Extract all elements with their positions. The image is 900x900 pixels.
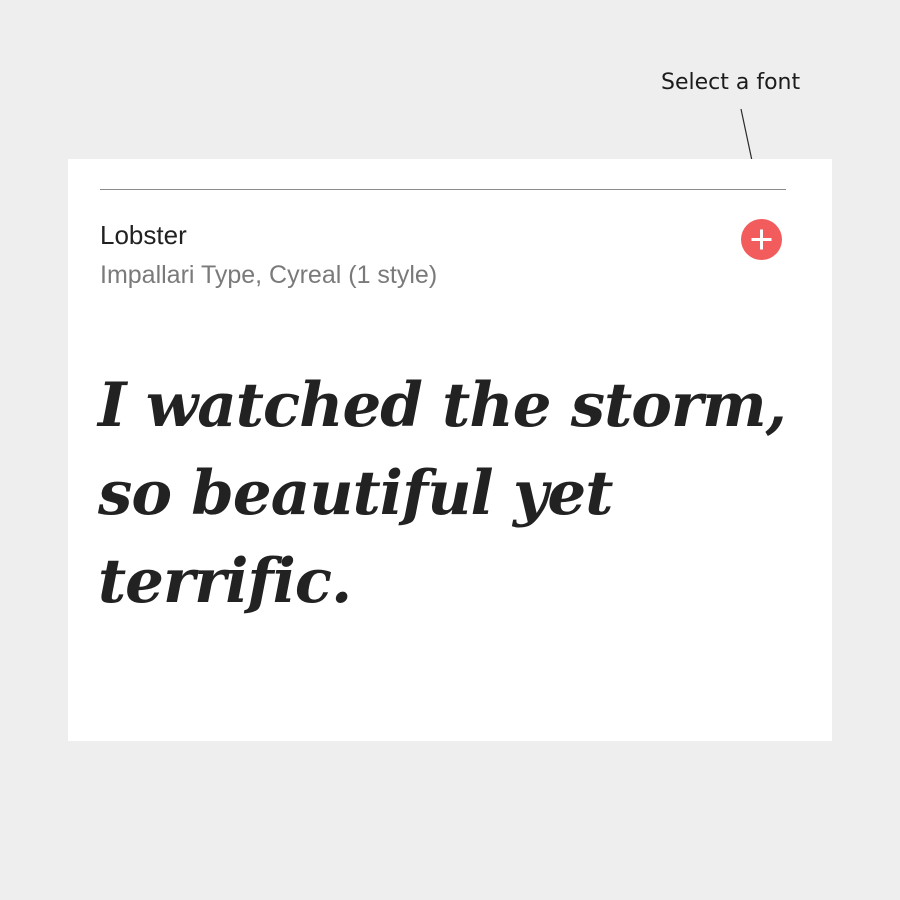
select-font-callout: Select a font	[661, 70, 801, 95]
card-divider	[100, 189, 786, 190]
font-designers: Impallari Type, Cyreal (1 style)	[100, 261, 438, 289]
add-font-button[interactable]	[741, 219, 782, 260]
font-card[interactable]: Lobster Impallari Type, Cyreal (1 style)…	[68, 159, 832, 741]
font-name: Lobster	[100, 220, 187, 250]
plus-icon	[751, 229, 772, 250]
font-preview-text: I watched the storm, so beautiful yet te…	[98, 370, 787, 617]
